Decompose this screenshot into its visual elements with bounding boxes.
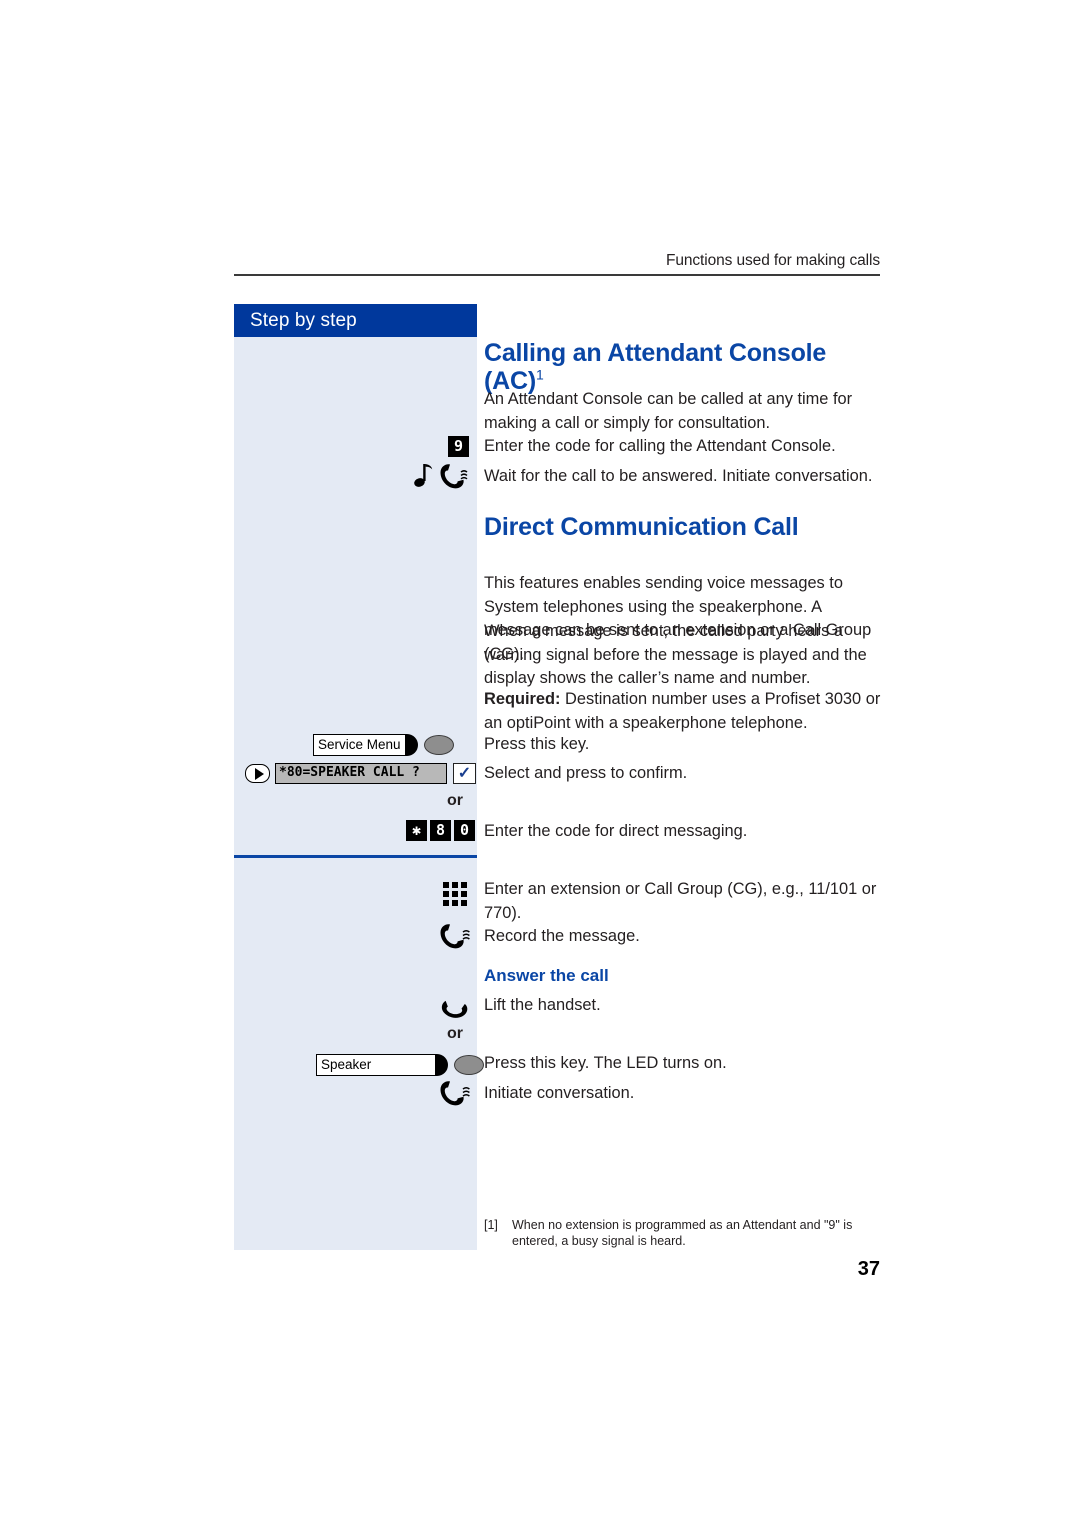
footnote: [1] When no extension is programmed as a… <box>484 1218 884 1249</box>
step-text-initiate-conversation: Initiate conversation. <box>484 1084 635 1102</box>
step-text-select-and-confirm: Select and press to confirm. <box>484 764 688 782</box>
section-heading-direct-communication-call: Direct Communication Call <box>484 513 799 541</box>
step-text-lift-handset: Lift the handset. <box>484 996 601 1014</box>
sidebar-title: Step by step <box>234 304 477 337</box>
step-text-enter-extension: Enter an extension or Call Group (CG), e… <box>484 880 877 922</box>
heading-footnote-marker: 1 <box>535 366 544 383</box>
page-number: 37 <box>857 1258 880 1280</box>
step-text-enter-direct-messaging-code: Enter the code for direct messaging. <box>484 822 748 840</box>
function-key-lug <box>404 734 418 756</box>
subheading-answer-the-call: Answer the call <box>484 966 609 985</box>
handset-with-waves-icon-initiate <box>437 1080 477 1108</box>
keycap-9-label: 9 <box>448 436 469 457</box>
step-text-record-message: Record the message. <box>484 927 640 945</box>
keypad-icon <box>443 882 467 906</box>
keycap-8: 8 <box>430 820 451 841</box>
lift-handset-icon <box>437 992 475 1020</box>
keycap-0: 0 <box>454 820 475 841</box>
function-key-service-menu[interactable]: Service Menu <box>313 734 454 756</box>
required-label: Required: <box>484 690 561 708</box>
function-key-speaker-lug <box>435 1054 448 1076</box>
ringing-handset-icon <box>413 461 475 491</box>
navigation-right-arrow-icon[interactable] <box>245 764 270 783</box>
function-key-speaker-label: Speaker <box>316 1054 436 1076</box>
section2-paragraph-2: When a message is sent, the called party… <box>484 622 867 688</box>
footnote-marker: [1] <box>484 1218 498 1232</box>
running-head: Functions used for making calls <box>666 252 880 269</box>
handset-with-waves-icon-record <box>437 923 477 951</box>
document-page: Functions used for making calls Step by … <box>0 0 1080 1528</box>
or-label-2: or <box>447 1025 463 1042</box>
or-label-1: or <box>447 792 463 809</box>
section1-intro-paragraph: An Attendant Console can be called at an… <box>484 390 853 432</box>
header-rule <box>234 274 880 276</box>
keycap-9-icon: 9 <box>448 436 469 457</box>
function-key-led <box>423 735 454 755</box>
keycap-star: ✱ <box>406 820 427 841</box>
step-text-press-key-led-on: Press this key. The LED turns on. <box>484 1054 727 1072</box>
sidebar-divider <box>234 855 477 858</box>
function-key-speaker[interactable]: Speaker <box>316 1054 484 1076</box>
confirm-checkmark-icon[interactable]: ✓ <box>453 763 476 784</box>
section2-paragraph-3-required: Required: Destination number uses a Prof… <box>484 688 884 735</box>
function-key-speaker-led <box>454 1055 484 1075</box>
function-key-service-menu-label: Service Menu <box>313 734 406 756</box>
keycap-group-star-8-0: ✱ 8 0 <box>406 820 475 841</box>
section-heading-calling-attendant-console: Calling an Attendant Console (AC)1 <box>484 339 884 395</box>
display-prompt-row[interactable]: *80=SPEAKER CALL ? ✓ <box>245 763 476 784</box>
step-text-wait-for-call: Wait for the call to be answered. Initia… <box>484 467 873 485</box>
footnote-text: When no extension is programmed as an At… <box>512 1218 853 1248</box>
step-text-press-this-key: Press this key. <box>484 735 590 753</box>
phone-display-text: *80=SPEAKER CALL ? <box>275 763 447 784</box>
step-text-enter-attendant-code: Enter the code for calling the Attendant… <box>484 437 836 455</box>
